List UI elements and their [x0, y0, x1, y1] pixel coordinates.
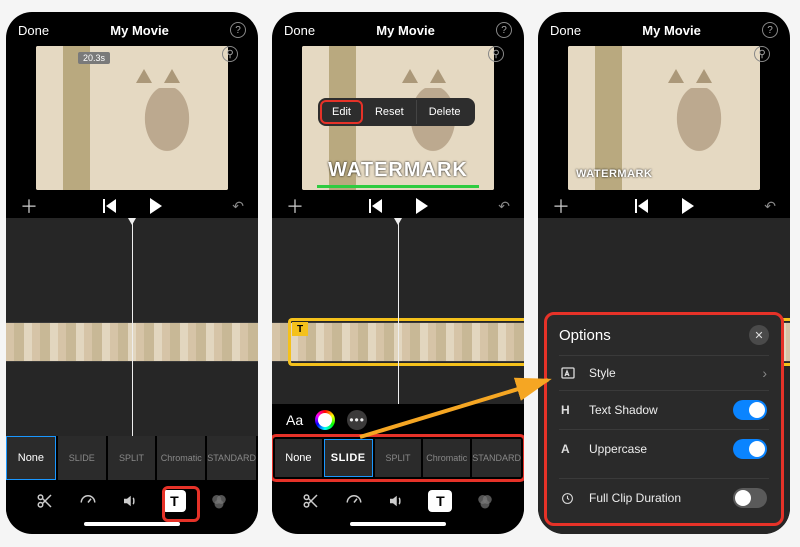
video-preview[interactable]: WATERMARK — [568, 46, 760, 190]
home-indicator — [350, 522, 446, 526]
text-tool-button[interactable]: T — [162, 490, 186, 512]
add-media-icon[interactable]: ＋ — [20, 193, 38, 219]
bottom-toolbar: T — [6, 480, 258, 518]
playhead-icon[interactable] — [398, 218, 399, 404]
option-uppercase[interactable]: A Uppercase — [559, 429, 769, 468]
text-tool-button[interactable]: T — [428, 490, 452, 512]
video-preview[interactable]: 20.3s — [36, 46, 228, 190]
play-icon[interactable] — [150, 198, 162, 214]
speed-icon[interactable] — [344, 491, 364, 511]
skip-back-icon[interactable] — [635, 199, 648, 213]
header-row: Done My Movie ? — [272, 12, 524, 42]
video-preview[interactable]: Edit Reset Delete WATERMARK — [302, 46, 494, 190]
undo-icon[interactable]: ↶ — [764, 198, 776, 215]
skip-back-icon[interactable] — [369, 199, 382, 213]
playhead-icon[interactable] — [132, 218, 133, 436]
help-icon[interactable]: ? — [762, 22, 778, 38]
filters-icon[interactable] — [209, 491, 229, 511]
zoom-icon[interactable]: ⚲ — [222, 46, 238, 62]
zoom-icon[interactable]: ⚲ — [488, 46, 504, 62]
chevron-right-icon: › — [762, 365, 767, 381]
timeline[interactable] — [6, 218, 258, 436]
option-text-shadow-label: Text Shadow — [589, 403, 658, 417]
text-baseline-indicator — [317, 185, 478, 188]
skip-back-icon[interactable] — [103, 199, 116, 213]
transport-row: ＋ ↶ — [538, 190, 790, 218]
volume-icon[interactable] — [120, 491, 140, 511]
text-context-menu: Edit Reset Delete — [318, 98, 475, 126]
help-icon[interactable]: ? — [230, 22, 246, 38]
style-standard[interactable]: STANDARD — [472, 439, 521, 477]
duration-badge: 20.3s — [78, 52, 110, 64]
toggle-uppercase[interactable] — [733, 439, 767, 459]
phone-1: Done My Movie ? 20.3s ⚲ ＋ ↶ None SLID — [6, 12, 258, 534]
done-button[interactable]: Done — [284, 23, 315, 38]
undo-icon[interactable]: ↶ — [232, 198, 244, 215]
option-text-shadow[interactable]: H Text Shadow — [559, 390, 769, 429]
phone-3: Done My Movie ? WATERMARK ⚲ ＋ ↶ T — [538, 12, 790, 534]
option-style-label: Style — [589, 366, 616, 380]
play-icon[interactable] — [416, 198, 428, 214]
text-clip-badge: T — [292, 322, 308, 336]
home-indicator — [84, 522, 180, 526]
header-row: Done My Movie ? — [6, 12, 258, 42]
text-styles-row: None SLIDE SPLIT Chromatic STANDARD — [272, 436, 524, 480]
project-title: My Movie — [376, 23, 435, 38]
bottom-toolbar: T — [272, 480, 524, 518]
project-title: My Movie — [642, 23, 701, 38]
shadow-icon: H — [561, 403, 579, 417]
text-format-row: Aa ••• — [272, 404, 524, 436]
watermark-text[interactable]: WATERMARK — [302, 159, 494, 182]
context-delete[interactable]: Delete — [417, 100, 473, 124]
help-icon[interactable]: ? — [496, 22, 512, 38]
context-reset[interactable]: Reset — [363, 100, 417, 124]
options-panel: Options ✕ Style › H Text Shadow A Upperc… — [544, 312, 784, 526]
clock-icon — [561, 492, 579, 505]
style-none[interactable]: None — [275, 439, 322, 477]
watermark-text[interactable]: WATERMARK — [576, 168, 652, 180]
style-slide[interactable]: SLIDE — [58, 436, 106, 480]
add-media-icon[interactable]: ＋ — [552, 193, 570, 219]
option-style[interactable]: Style › — [559, 355, 769, 390]
cut-icon[interactable] — [35, 491, 55, 511]
font-size-button[interactable]: Aa — [286, 412, 303, 428]
selected-clip-outline — [288, 318, 524, 366]
style-icon — [561, 367, 579, 379]
phone-2: Done My Movie ? Edit Reset Delete WATERM… — [272, 12, 524, 534]
done-button[interactable]: Done — [18, 23, 49, 38]
color-picker-icon[interactable] — [315, 410, 335, 430]
close-icon[interactable]: ✕ — [749, 325, 769, 345]
header-row: Done My Movie ? — [538, 12, 790, 42]
filters-icon[interactable] — [475, 491, 495, 511]
context-edit[interactable]: Edit — [320, 100, 363, 124]
transport-row: ＋ ↶ — [6, 190, 258, 218]
zoom-icon[interactable]: ⚲ — [754, 46, 770, 62]
play-icon[interactable] — [682, 198, 694, 214]
volume-icon[interactable] — [386, 491, 406, 511]
style-chromatic[interactable]: Chromatic — [423, 439, 470, 477]
undo-icon[interactable]: ↶ — [498, 198, 510, 215]
text-styles-row: None SLIDE SPLIT Chromatic STANDARD — [6, 436, 258, 480]
style-slide[interactable]: SLIDE — [324, 439, 373, 477]
speed-icon[interactable] — [78, 491, 98, 511]
style-chromatic[interactable]: Chromatic — [157, 436, 205, 480]
transport-row: ＋ ↶ — [272, 190, 524, 218]
option-uppercase-label: Uppercase — [589, 442, 647, 456]
option-full-clip-label: Full Clip Duration — [589, 491, 681, 505]
more-options-icon[interactable]: ••• — [347, 410, 367, 430]
project-title: My Movie — [110, 23, 169, 38]
done-button[interactable]: Done — [550, 23, 581, 38]
cut-icon[interactable] — [301, 491, 321, 511]
style-split[interactable]: SPLIT — [108, 436, 156, 480]
options-title: Options — [559, 327, 611, 344]
add-media-icon[interactable]: ＋ — [286, 193, 304, 219]
style-standard[interactable]: STANDARD — [207, 436, 256, 480]
uppercase-icon: A — [561, 442, 579, 456]
style-none[interactable]: None — [6, 436, 56, 480]
style-split[interactable]: SPLIT — [375, 439, 422, 477]
timeline[interactable]: T — [272, 218, 524, 404]
toggle-full-clip[interactable] — [733, 488, 767, 508]
option-full-clip-duration[interactable]: Full Clip Duration — [559, 478, 769, 517]
toggle-text-shadow[interactable] — [733, 400, 767, 420]
